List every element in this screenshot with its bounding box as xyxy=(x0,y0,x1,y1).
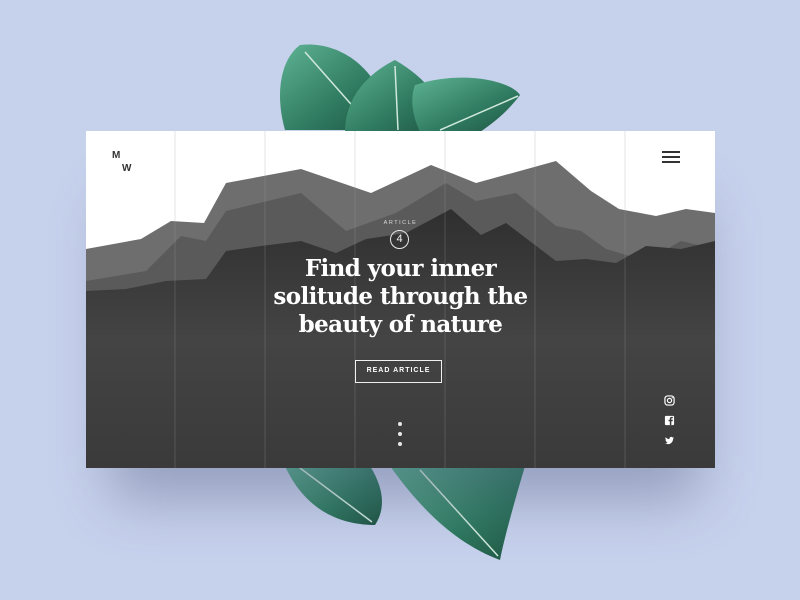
headline-line-3: beauty of nature xyxy=(298,311,503,338)
article-number-badge: 4 xyxy=(390,230,409,249)
brand-logo[interactable]: M W xyxy=(112,149,142,175)
article-headline: Find your inner solitude through the bea… xyxy=(86,255,715,339)
hamburger-menu-icon[interactable] xyxy=(662,151,680,165)
article-label: ARTICLE xyxy=(383,220,418,226)
page-dot-1[interactable] xyxy=(398,422,402,426)
headline-line-1: Find your inner xyxy=(304,255,497,282)
headline-line-2: solitude through the xyxy=(273,283,528,310)
vertical-dots-icon[interactable] xyxy=(398,422,403,452)
leaf-top-right xyxy=(412,77,520,132)
hero-card: M W ARTICLE 4 Find your inner solitude t… xyxy=(86,131,715,468)
page-dot-3[interactable] xyxy=(398,442,402,446)
logo-letter-m: M xyxy=(112,150,121,161)
twitter-icon[interactable] xyxy=(664,435,675,446)
instagram-icon[interactable] xyxy=(664,395,675,406)
page-dot-2[interactable] xyxy=(398,432,402,436)
logo-letter-w: W xyxy=(122,163,132,174)
read-article-button[interactable]: READ ARTICLE xyxy=(355,360,442,383)
social-links xyxy=(664,395,678,455)
facebook-icon[interactable] xyxy=(664,415,675,426)
